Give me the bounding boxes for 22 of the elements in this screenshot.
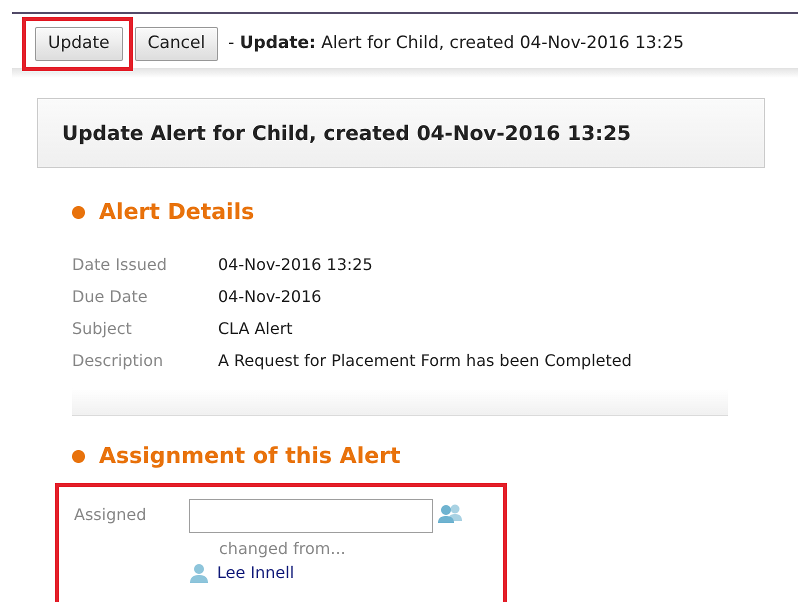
field-label: Date Issued	[72, 254, 168, 276]
field-label: Description	[72, 350, 164, 372]
cancel-button[interactable]: Cancel	[134, 27, 218, 61]
form-caption: - Update: Alert for Child, created 04-Nov-2016 13:25	[228, 32, 684, 56]
field-value: A Request for Placement Form has been Completed	[218, 350, 632, 372]
field-label: Subject	[72, 318, 133, 340]
assignee-input[interactable]	[189, 499, 433, 533]
page-title: Update Alert for Child, created 04-Nov-2016 13:25	[62, 120, 631, 147]
person-icon	[189, 563, 209, 583]
field-value: 04-Nov-2016	[218, 286, 322, 308]
section-heading: Alert Details	[99, 199, 254, 227]
section-heading: Assignment of this Alert	[99, 443, 401, 471]
changed-from-note: changed from...	[219, 538, 347, 560]
bullet-icon	[72, 206, 85, 219]
field-value: 04-Nov-2016 13:25	[218, 254, 373, 276]
field-label: Assigned	[74, 504, 148, 526]
field-value: CLA Alert	[218, 318, 293, 340]
people-icon[interactable]	[437, 503, 463, 523]
field-label: Due Date	[72, 286, 149, 308]
assignee-link[interactable]: Lee Innell	[217, 561, 294, 585]
update-button[interactable]: Update	[35, 27, 123, 61]
bullet-icon	[72, 450, 85, 463]
